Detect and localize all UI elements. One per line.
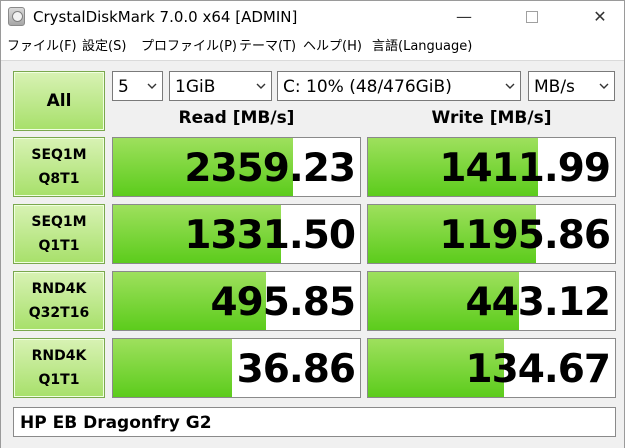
row-label-line2: Q1T1 — [38, 238, 80, 254]
chevron-down-icon — [147, 83, 157, 89]
drive-value: C: 10% (48/476GiB) — [283, 77, 452, 97]
comment-field[interactable]: HP EB Dragonfry G2 — [13, 407, 616, 437]
crystaldiskmark-app-icon — [8, 7, 25, 26]
read-value: 2359.23 — [184, 146, 356, 191]
row-label-line2: Q8T1 — [38, 171, 80, 187]
write-column-header: Write [MB/s] — [431, 108, 552, 128]
row-label-line2: Q1T1 — [38, 372, 80, 388]
read-bar — [113, 339, 232, 397]
menu-settings[interactable]: 設定(S) — [82, 35, 126, 54]
test-count-select[interactable]: 5 — [112, 71, 163, 101]
write-value: 443.12 — [465, 280, 611, 325]
read-result-rnd4k-q1t1: 36.86 — [112, 338, 361, 398]
menu-help[interactable]: ヘルプ(H) — [303, 35, 362, 54]
row-label-line2: Q32T16 — [28, 305, 90, 321]
comment-text: HP EB Dragonfry G2 — [20, 413, 212, 433]
minimize-button[interactable]: — — [441, 1, 487, 32]
read-result-seq1m-q1t1: 1331.50 — [112, 204, 361, 264]
read-value: 495.85 — [210, 280, 356, 325]
menu-language[interactable]: 言語(Language) — [372, 35, 472, 54]
seq1m-q8t1-button[interactable]: SEQ1M Q8T1 — [13, 137, 105, 197]
write-result-rnd4k-q32t16: 443.12 — [367, 271, 616, 331]
menu-profile[interactable]: プロファイル(P) — [141, 35, 237, 54]
write-result-rnd4k-q1t1: 134.67 — [367, 338, 616, 398]
chevron-down-icon — [505, 83, 515, 89]
app-window: CrystalDiskMark 7.0.0 x64 [ADMIN] — ✕ ファ… — [0, 0, 625, 448]
read-value: 1331.50 — [184, 213, 356, 258]
test-count-value: 5 — [118, 77, 129, 97]
read-column-header: Read [MB/s] — [178, 108, 295, 128]
test-size-select[interactable]: 1GiB — [169, 71, 272, 101]
menu-theme[interactable]: テーマ(T) — [239, 35, 296, 54]
row-label-line1: SEQ1M — [31, 214, 87, 230]
menu-bar: ファイル(F) 設定(S) プロファイル(P) テーマ(T) ヘルプ(H) 言語… — [1, 35, 624, 55]
seq1m-q1t1-button[interactable]: SEQ1M Q1T1 — [13, 204, 105, 264]
maximize-icon — [526, 10, 538, 23]
drive-select[interactable]: C: 10% (48/476GiB) — [277, 71, 521, 101]
read-value: 36.86 — [236, 347, 356, 392]
write-result-seq1m-q1t1: 1195.86 — [367, 204, 616, 264]
write-value: 134.67 — [465, 347, 611, 392]
close-button[interactable]: ✕ — [577, 1, 623, 32]
read-result-rnd4k-q32t16: 495.85 — [112, 271, 361, 331]
read-result-seq1m-q8t1: 2359.23 — [112, 137, 361, 197]
maximize-button[interactable] — [509, 1, 555, 32]
menu-file[interactable]: ファイル(F) — [7, 35, 77, 54]
write-value: 1411.99 — [439, 146, 611, 191]
row-label-line1: SEQ1M — [31, 147, 87, 163]
write-result-seq1m-q8t1: 1411.99 — [367, 137, 616, 197]
test-size-value: 1GiB — [175, 77, 216, 97]
row-label-line1: RND4K — [31, 348, 87, 364]
window-title: CrystalDiskMark 7.0.0 x64 [ADMIN] — [33, 8, 298, 26]
benchmark-panel: All 5 1GiB C: 10% (48/476GiB) MB/s Read … — [1, 60, 624, 448]
rnd4k-q1t1-button[interactable]: RND4K Q1T1 — [13, 338, 105, 398]
unit-select[interactable]: MB/s — [528, 71, 615, 101]
row-label-line1: RND4K — [31, 281, 87, 297]
rnd4k-q32t16-button[interactable]: RND4K Q32T16 — [13, 271, 105, 331]
all-button[interactable]: All — [13, 71, 105, 131]
title-bar[interactable]: CrystalDiskMark 7.0.0 x64 [ADMIN] — ✕ — [1, 1, 624, 32]
write-value: 1195.86 — [439, 213, 611, 258]
unit-value: MB/s — [534, 77, 575, 97]
chevron-down-icon — [599, 83, 609, 89]
chevron-down-icon — [256, 83, 266, 89]
